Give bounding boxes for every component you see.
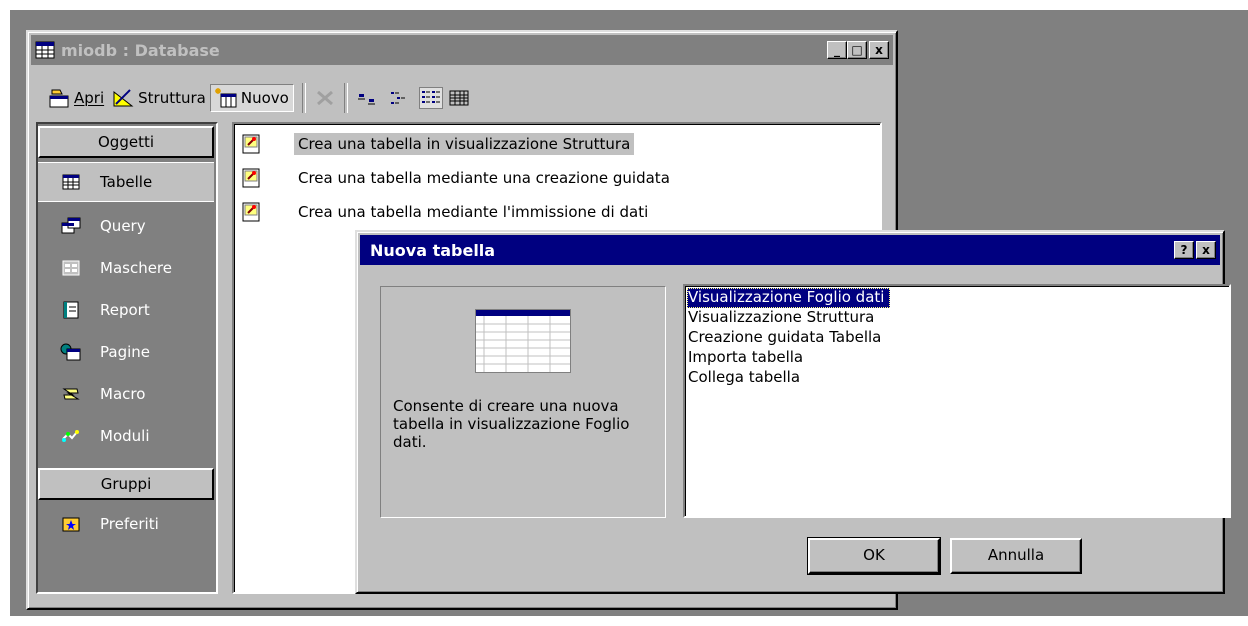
design-button[interactable]: Struttura	[108, 84, 210, 112]
db-toolbar: Apri Struttura Nuovo	[44, 78, 644, 118]
new-table-options-list[interactable]: Visualizzazione Foglio dati Visualizzazi…	[683, 284, 1231, 518]
toolbar-separator	[301, 83, 306, 113]
table-icon	[60, 173, 82, 191]
option-table-wizard[interactable]: Creazione guidata Tabella	[687, 328, 881, 348]
close-button[interactable]: x	[869, 41, 889, 59]
dialog-preview-panel: Consente di creare una nuova tabella in …	[380, 286, 666, 518]
database-icon	[35, 41, 55, 59]
design-icon	[112, 88, 134, 108]
list-item-label: Crea una tabella mediante una creazione …	[298, 169, 670, 187]
groups-item-favorites[interactable]: Preferiti	[38, 504, 214, 544]
objects-item-forms[interactable]: Maschere	[38, 248, 214, 288]
groups-header-button[interactable]: Gruppi	[38, 468, 214, 500]
objects-item-label: Report	[100, 301, 150, 319]
open-icon	[48, 88, 70, 108]
objects-item-tables[interactable]: Tabelle	[38, 162, 214, 202]
design-label: Struttura	[138, 89, 206, 107]
module-icon	[60, 427, 82, 445]
datasheet-preview-icon	[475, 309, 571, 373]
list-item-label: Crea una tabella mediante l'immissione d…	[298, 203, 649, 221]
page-icon	[60, 343, 82, 361]
list-item-create-datasheet[interactable]: Crea una tabella mediante l'immissione d…	[240, 198, 652, 226]
new-label: Nuovo	[240, 89, 289, 107]
groups-item-label: Preferiti	[100, 515, 159, 533]
list-item-label: Crea una tabella in visualizzazione Stru…	[294, 133, 635, 155]
new-button[interactable]: Nuovo	[209, 84, 294, 112]
toolbar-separator	[343, 83, 348, 113]
dialog-close-button[interactable]: x	[1196, 241, 1216, 259]
dialog-titlebar[interactable]: Nuova tabella ? x	[360, 235, 1220, 265]
dialog-title: Nuova tabella	[370, 240, 496, 260]
cancel-button[interactable]: Annulla	[950, 538, 1082, 574]
list-item-create-design[interactable]: Crea una tabella in visualizzazione Stru…	[240, 130, 635, 158]
objects-item-label: Tabelle	[100, 173, 153, 191]
minimize-button[interactable]: _	[827, 41, 847, 59]
report-icon	[60, 301, 82, 319]
objects-item-label: Pagine	[100, 343, 150, 361]
wizard-icon	[240, 201, 262, 223]
objects-item-modules[interactable]: Moduli	[38, 416, 214, 456]
open-label: Apri	[74, 89, 105, 107]
objects-item-label: Macro	[100, 385, 146, 403]
new-table-icon	[214, 88, 237, 108]
wizard-icon	[240, 167, 262, 189]
wizard-icon	[240, 133, 262, 155]
option-datasheet-view[interactable]: Visualizzazione Foglio dati	[687, 288, 891, 308]
form-icon	[60, 259, 82, 277]
objects-item-queries[interactable]: Query	[38, 206, 214, 246]
dialog-description: Consente di creare una nuova tabella in …	[393, 397, 630, 451]
option-import-table[interactable]: Importa tabella	[687, 348, 803, 368]
objects-item-pages[interactable]: Pagine	[38, 332, 214, 372]
objects-bar: Oggetti Tabelle Query Maschere Report Pa…	[36, 122, 218, 594]
list-view-icon[interactable]	[418, 87, 443, 109]
objects-header-button[interactable]: Oggetti	[38, 126, 214, 158]
details-view-icon[interactable]	[448, 88, 470, 108]
macro-icon	[60, 385, 82, 403]
list-item-create-wizard[interactable]: Crea una tabella mediante una creazione …	[240, 164, 674, 192]
objects-item-macros[interactable]: Macro	[38, 374, 214, 414]
objects-item-label: Query	[100, 217, 146, 235]
favorites-icon	[60, 515, 82, 533]
small-icons-icon[interactable]	[388, 88, 410, 108]
open-button[interactable]: Apri	[44, 84, 108, 112]
db-window-title: miodb : Database	[61, 40, 220, 60]
option-link-table[interactable]: Collega tabella	[687, 368, 800, 388]
objects-item-reports[interactable]: Report	[38, 290, 214, 330]
query-icon	[60, 217, 82, 235]
option-design-view[interactable]: Visualizzazione Struttura	[687, 308, 874, 328]
objects-item-label: Maschere	[100, 259, 172, 277]
objects-item-label: Moduli	[100, 427, 150, 445]
delete-icon[interactable]	[314, 88, 336, 108]
maximize-button[interactable]: □	[847, 41, 867, 59]
large-icons-icon[interactable]	[356, 88, 378, 108]
ok-button[interactable]: OK	[807, 537, 941, 575]
help-button[interactable]: ?	[1174, 241, 1194, 259]
db-titlebar[interactable]: miodb : Database _ □ x	[31, 35, 893, 65]
